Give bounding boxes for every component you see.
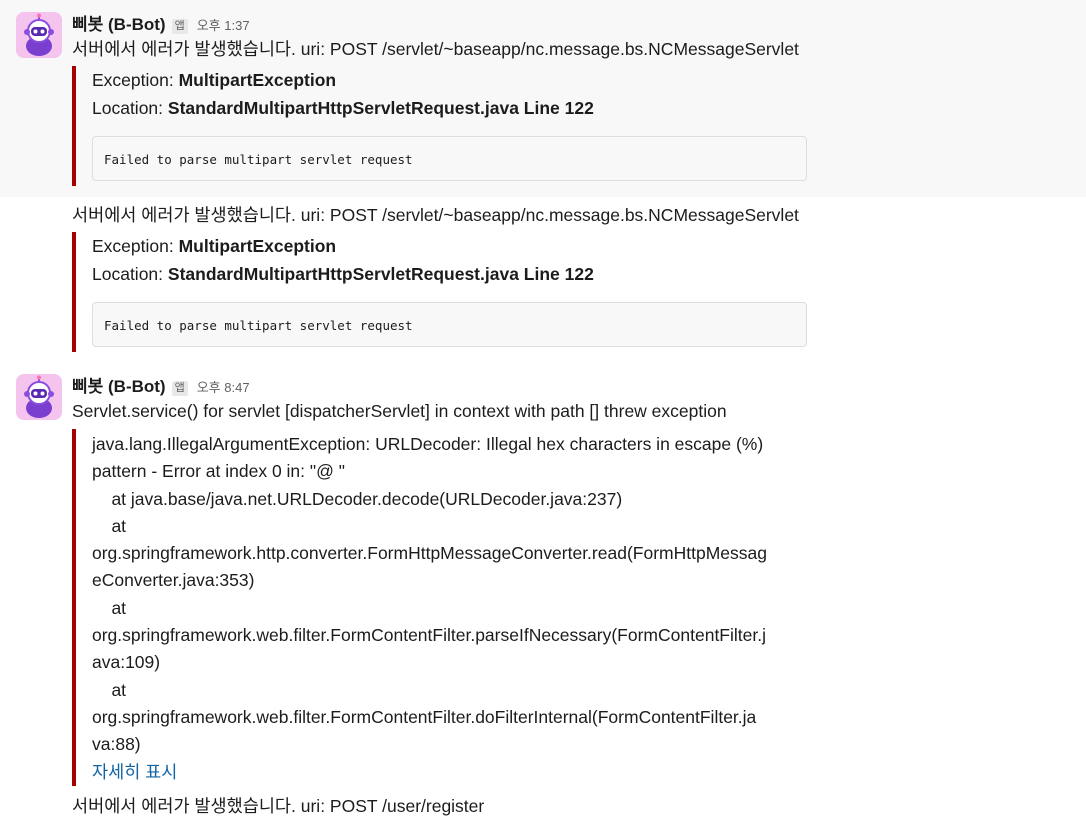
exception-label: Exception: bbox=[92, 70, 179, 90]
robot-avatar-icon[interactable] bbox=[16, 374, 62, 420]
location-label: Location: bbox=[92, 98, 168, 118]
exception-line: Exception: MultipartException bbox=[92, 66, 812, 94]
stack-trace-line: org.springframework.web.filter.FormConte… bbox=[92, 625, 766, 646]
attachment: java.lang.IllegalArgumentException: URLD… bbox=[72, 429, 812, 786]
sender-name[interactable]: 삐봇 (B-Bot) bbox=[72, 372, 166, 397]
location-label: Location: bbox=[92, 264, 168, 284]
stack-trace-line: at java.base/java.net.URLDecoder.decode(… bbox=[92, 488, 623, 509]
stack-trace-line: at bbox=[92, 679, 127, 700]
code-block: Failed to parse multipart servlet reques… bbox=[92, 136, 807, 181]
attachment: Exception: MultipartException Location: … bbox=[72, 66, 812, 186]
message-text: 서버에서 에러가 발생했습니다. uri: POST /servlet/~bas… bbox=[72, 39, 799, 59]
robot-avatar-icon[interactable] bbox=[16, 12, 62, 58]
stack-trace-line: at bbox=[92, 597, 127, 618]
message[interactable]: 서버에서 에러가 발생했습니다. uri: POST /user/registe… bbox=[0, 793, 1086, 820]
stack-trace-line: va:88) bbox=[92, 734, 141, 755]
stack-trace-line: org.springframework.http.converter.FormH… bbox=[92, 543, 767, 564]
exception-value: MultipartException bbox=[178, 236, 337, 256]
exception-label: Exception: bbox=[92, 236, 179, 256]
message[interactable]: 서버에서 에러가 발생했습니다. uri: POST /servlet/~bas… bbox=[0, 197, 1086, 357]
sender-name[interactable]: 삐봇 (B-Bot) bbox=[72, 10, 166, 35]
stack-trace-line: org.springframework.web.filter.FormConte… bbox=[92, 706, 757, 727]
stack-trace-line: eConverter.java:353) bbox=[92, 570, 255, 591]
location-line: Location: StandardMultipartHttpServletRe… bbox=[92, 260, 812, 288]
timestamp[interactable]: 오후 1:37 bbox=[197, 15, 250, 34]
exception-value: MultipartException bbox=[178, 70, 337, 90]
stack-trace-line: at bbox=[92, 515, 127, 536]
location-line: Location: StandardMultipartHttpServletRe… bbox=[92, 94, 812, 122]
stack-trace-line: pattern - Error at index 0 in: "@ " bbox=[92, 461, 345, 482]
exception-line: Exception: MultipartException bbox=[92, 232, 812, 260]
app-badge: 앱 bbox=[171, 19, 188, 34]
attachment: Exception: MultipartException Location: … bbox=[72, 232, 812, 352]
message-text: 서버에서 에러가 발생했습니다. uri: POST /servlet/~bas… bbox=[72, 205, 799, 225]
code-block: Failed to parse multipart servlet reques… bbox=[92, 302, 807, 347]
show-more-link[interactable]: 자세히 표시 bbox=[92, 759, 812, 786]
timestamp[interactable]: 오후 8:47 bbox=[197, 377, 250, 396]
app-badge: 앱 bbox=[171, 381, 188, 396]
stack-trace-line: ava:109) bbox=[92, 652, 161, 673]
message-text: 서버에서 에러가 발생했습니다. uri: POST /user/registe… bbox=[72, 796, 485, 816]
message-header: 삐봇 (B-Bot) 앱 오후 1:37 bbox=[72, 10, 1066, 35]
location-value: StandardMultipartHttpServletRequest.java… bbox=[167, 98, 594, 118]
stack-trace-line: java.lang.IllegalArgumentException: URLD… bbox=[92, 434, 764, 454]
message[interactable]: 삐봇 (B-Bot) 앱 오후 1:37 서버에서 에러가 발생했습니다. ur… bbox=[0, 0, 1086, 197]
message-text: Servlet.service() for servlet [dispatche… bbox=[72, 401, 727, 421]
message[interactable]: 삐봇 (B-Bot) 앱 오후 8:47 Servlet.service() f… bbox=[0, 357, 1086, 793]
message-header: 삐봇 (B-Bot) 앱 오후 8:47 bbox=[72, 372, 1066, 397]
location-value: StandardMultipartHttpServletRequest.java… bbox=[167, 264, 594, 284]
